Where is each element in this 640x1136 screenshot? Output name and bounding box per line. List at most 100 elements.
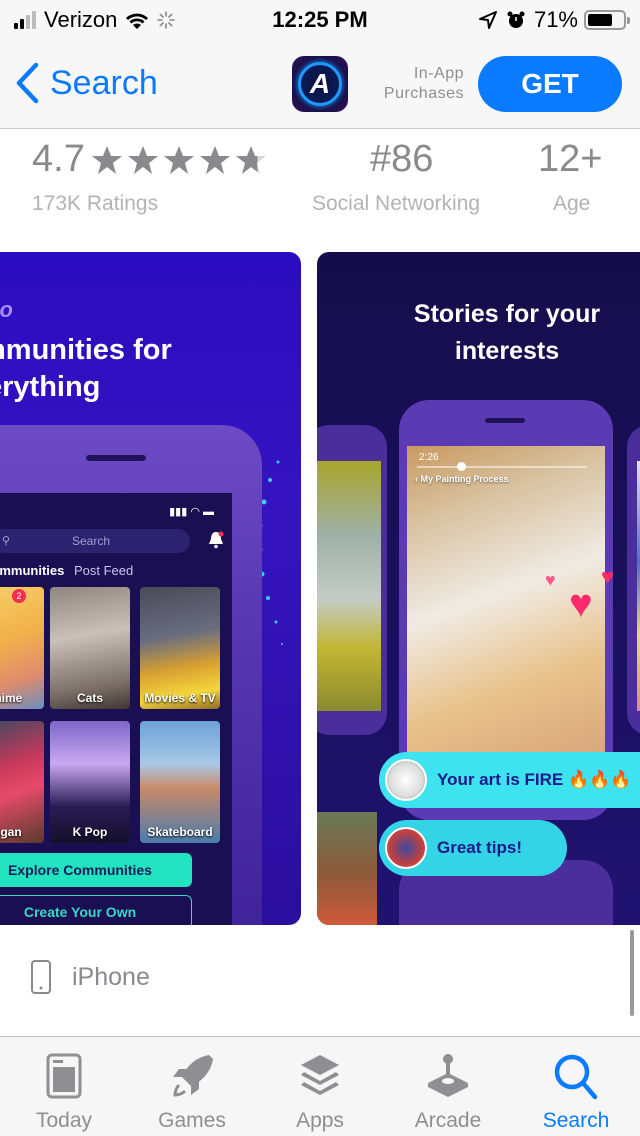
community-tile: Movies & TV	[140, 587, 220, 709]
commenter-avatar	[385, 827, 427, 869]
comment-text: Great tips!	[437, 838, 523, 857]
rocket-icon	[173, 1055, 213, 1097]
app-info-row: 4.7 173K Ratings #86 Social Networking 1…	[0, 130, 640, 240]
headline-line2: erything	[0, 371, 101, 403]
notification-badge: 2	[12, 589, 26, 603]
star-icon	[199, 145, 230, 174]
today-icon	[46, 1053, 82, 1099]
side-phone-mockup	[317, 425, 387, 735]
tab-search[interactable]: Search	[512, 1037, 640, 1136]
tab-arcade[interactable]: Arcade	[384, 1037, 512, 1136]
mock-tab-post-feed: Post Feed	[73, 563, 134, 578]
tile-label: Vegan	[0, 825, 22, 839]
story-title-text: My Painting Process	[420, 474, 509, 484]
commenter-avatar	[385, 759, 427, 801]
tile-label: Cats	[76, 691, 103, 705]
location-arrow-icon	[478, 11, 497, 29]
mock-tabs: Communities Post Feed	[0, 563, 133, 578]
battery-icon	[584, 10, 630, 30]
age-rating: 12+	[538, 138, 603, 180]
ratings-count: 173K Ratings	[32, 192, 159, 215]
alarm-icon	[507, 11, 525, 28]
category-label: Social Networking	[312, 192, 481, 215]
tab-apps[interactable]: Apps	[256, 1037, 384, 1136]
headline-line2: interests	[454, 337, 560, 365]
bell-icon	[209, 531, 224, 549]
star-icon	[127, 145, 158, 174]
story-progress	[417, 462, 587, 471]
star-rating	[91, 144, 267, 176]
phone-mockup: :58 ▮▮▮ ◠ ▬ ⚲ Search Communities Post Fe…	[0, 425, 262, 925]
tab-today[interactable]: Today	[0, 1037, 128, 1136]
chart-rank[interactable]: #86	[370, 138, 433, 181]
battery-percent: 71%	[533, 7, 578, 32]
app-icon-letter: A	[309, 68, 331, 99]
iphone-icon	[31, 960, 51, 994]
mock-time: 2:26	[419, 452, 439, 463]
in-app-line2: Purchases	[383, 85, 464, 102]
comment-text: Your art is FIRE 🔥🔥🔥	[437, 770, 632, 789]
mock-search-bar: ⚲ Search	[0, 529, 190, 553]
heart-icon: ♥	[569, 582, 593, 626]
scrollbar[interactable]	[630, 930, 634, 1016]
comment-bubble: Great tips!	[379, 820, 567, 876]
app-icon: A	[292, 56, 348, 112]
rating-summary[interactable]: 4.7	[32, 138, 267, 181]
screenshot-headline: Stories for your interests	[317, 296, 640, 370]
community-tile: K Pop	[50, 721, 130, 843]
mock-status-icons: ▮▮▮ ◠ ▬	[169, 506, 214, 518]
phone-notch	[86, 455, 146, 461]
back-label: Search	[50, 63, 158, 102]
mock-search-placeholder: Search	[71, 534, 111, 548]
tile-label: Skateboard	[147, 825, 213, 839]
phone-screen: :58 ▮▮▮ ◠ ▬ ⚲ Search Communities Post Fe…	[0, 493, 232, 925]
phone-notch	[485, 418, 525, 423]
layers-icon	[301, 1055, 339, 1095]
star-icon	[235, 145, 266, 174]
in-app-purchases-note: In-App Purchases	[372, 64, 464, 104]
tab-label: Apps	[296, 1109, 344, 1132]
brand-logo-text: ino	[0, 297, 13, 322]
tab-games[interactable]: Games	[128, 1037, 256, 1136]
chevron-left-icon	[16, 62, 39, 104]
navigation-bar: Search A In-App Purchases GET	[0, 40, 640, 129]
community-tile: Vegan	[0, 721, 44, 843]
community-tile: 2 Anime	[0, 587, 44, 709]
device-compatibility: iPhone	[30, 960, 150, 994]
status-bar: Verizon 12:25 PM 71%	[0, 0, 640, 40]
story-title: ‹ My Painting Process	[415, 474, 509, 484]
tab-label: Today	[35, 1109, 93, 1132]
side-phone-screen	[317, 461, 381, 711]
star-icon	[163, 145, 194, 174]
tab-bar: Today Games Apps Arcade Search	[0, 1036, 640, 1136]
community-tile: Skateboard	[140, 721, 220, 843]
tab-label: Games	[158, 1109, 226, 1132]
screenshot-headline: mmunities for erything	[0, 332, 172, 406]
rating-value: 4.7	[32, 138, 85, 180]
heart-icon: ♥	[545, 570, 556, 590]
back-button[interactable]: Search	[14, 62, 158, 104]
get-button[interactable]: GET	[478, 56, 622, 112]
battery-fill	[588, 14, 613, 26]
screenshot-carousel[interactable]: ino mmunities for erything :58 ▮▮▮ ◠ ▬ ⚲…	[0, 252, 640, 926]
tab-label: Arcade	[414, 1109, 482, 1132]
screenshot-stories[interactable]: Stories for your interests 2:26 ‹ My Pai…	[317, 252, 640, 925]
tile-label: Movies & TV	[144, 691, 216, 705]
mock-create-button: Create Your Own	[0, 895, 192, 925]
mock-explore-button: Explore Communities	[0, 853, 192, 887]
story-progress-knob	[457, 462, 466, 471]
heart-icon: ♥	[601, 564, 615, 589]
search-icon	[554, 1054, 598, 1100]
headline-line1: mmunities for	[0, 334, 172, 366]
side-phone-mockup	[627, 425, 640, 735]
headline-line1: Stories for your	[413, 300, 601, 328]
story-thumbnail	[317, 812, 377, 925]
age-label: Age	[553, 192, 591, 215]
community-tile: Cats	[50, 587, 130, 709]
in-app-line1: In-App	[413, 65, 464, 82]
tab-label: Search	[542, 1109, 610, 1132]
screenshot-communities[interactable]: ino mmunities for erything :58 ▮▮▮ ◠ ▬ ⚲…	[0, 252, 301, 925]
joystick-icon	[428, 1054, 468, 1097]
tile-label: K Pop	[72, 825, 108, 839]
tile-label: Anime	[0, 691, 23, 705]
